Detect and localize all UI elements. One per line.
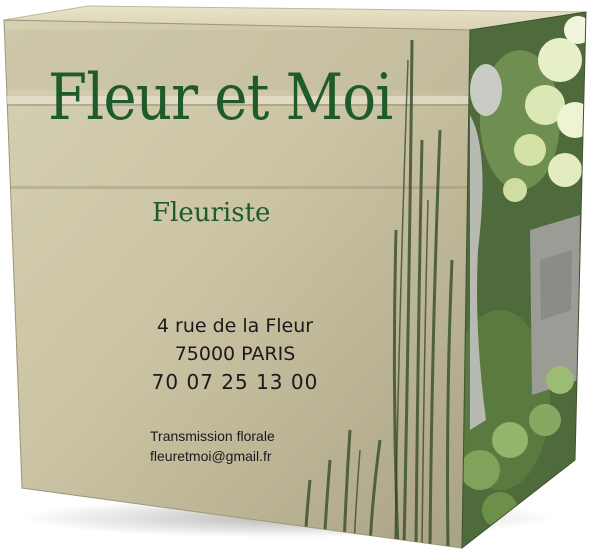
garden-photo [462, 12, 586, 548]
city-postcode: 75000 PARIS [174, 343, 296, 365]
street-address: 4 rue de la Fleur [156, 315, 314, 337]
brand-name: Fleur et Moi [48, 61, 393, 135]
extra-info-block: Transmission florale fleuretmoi@gmail.fr [150, 426, 330, 466]
business-card-cube: Fleur et Moi Fleuriste 4 rue de la Fleur… [0, 0, 593, 556]
card-front-text: Fleur et Moi Fleuriste 4 rue de la Fleur… [0, 0, 470, 556]
phone-number: 70 07 25 13 00 [151, 370, 319, 394]
brand-tagline: Fleuriste [152, 198, 271, 228]
service-label: Transmission florale [150, 428, 275, 444]
address-block: 4 rue de la Fleur 75000 PARIS 70 07 25 1… [120, 312, 350, 396]
email-address: fleuretmoi@gmail.fr [150, 448, 272, 464]
